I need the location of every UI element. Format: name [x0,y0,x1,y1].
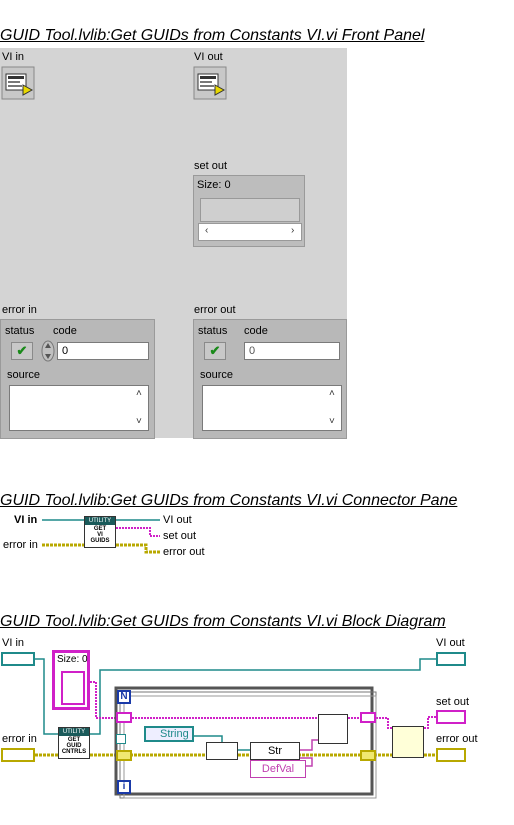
bd-search-node[interactable] [206,742,238,760]
vi-in-label: VI in [2,51,25,63]
bd-subvi-banner: UTILITY [59,728,89,736]
error-in-code-spinner[interactable] [41,340,55,362]
bd-string-constant-label: String [160,728,189,740]
bd-default-value-node[interactable]: DefVal [250,760,306,778]
error-out-code-field: 0 [244,342,340,360]
scroll-down-icon[interactable]: ˅ [136,416,142,427]
scroll-up-icon[interactable]: ˄ [136,388,142,399]
connector-pane-heading: GUID Tool.lvlib:Get GUIDs from Constants… [0,492,458,509]
scroll-up-icon[interactable]: ˄ [329,388,335,399]
front-panel: VI in VI out set out Size: 0 ‹ › error i… [0,48,347,439]
bd-to-str-label: Str [267,745,283,757]
error-out-status-label: status [198,325,228,337]
error-in-source-label: source [7,369,41,381]
bd-error-in-terminal[interactable] [1,748,35,762]
cp-subvi-icon[interactable]: UTILITY GET VI GUIDS [84,516,116,548]
vi-out-indicator-icon [193,66,227,100]
bd-vi-out-terminal[interactable] [436,652,466,666]
error-out-status-led: ✔ [204,342,226,360]
bd-close-reference-node[interactable] [392,726,424,758]
set-out-label: set out [194,160,228,172]
error-out-label: error out [194,304,236,316]
error-out-cluster: status code ✔ 0 source ˄ ˅ [193,319,347,439]
error-out-source-label: source [200,369,234,381]
scroll-down-icon[interactable]: ˅ [329,416,335,427]
vi-in-control-icon[interactable] [1,66,35,100]
bd-loop-index: i [117,780,131,794]
error-in-code-label: code [53,325,77,337]
vi-out-label: VI out [194,51,223,63]
error-out-source-field: ˄ ˅ [202,385,342,431]
bd-error-shift-register-left[interactable] [116,750,132,761]
bd-set-shift-register-right[interactable] [360,712,376,723]
front-panel-heading: GUID Tool.lvlib:Get GUIDs from Constants… [0,27,425,44]
error-in-status-checkbox[interactable]: ✔ [11,342,33,360]
connector-pane-wires [42,519,160,554]
set-out-scrollbar[interactable]: ‹ › [198,223,302,241]
bd-refnum-tunnel[interactable] [116,734,126,744]
bd-insert-into-set-node[interactable] [318,714,348,744]
cp-icon-banner: UTILITY [85,517,115,525]
scroll-right-icon[interactable]: › [291,225,294,236]
bd-set-element [61,671,85,705]
bd-variant-to-string-node[interactable]: Str [250,742,300,760]
error-in-code-field[interactable]: 0 [57,342,149,360]
error-in-cluster: status code ✔ 0 source ˄ ˅ [0,319,155,439]
bd-string-constant[interactable]: String [144,726,194,742]
bd-error-out-terminal[interactable] [436,748,466,762]
bd-loop-count[interactable]: N [117,690,131,704]
set-out-element [200,198,300,222]
bd-set-constant[interactable]: Size: 0 [52,650,90,710]
bd-set-shift-register-left[interactable] [116,712,132,723]
error-in-label: error in [2,304,37,316]
error-out-code-label: code [244,325,268,337]
bd-defval-label: DefVal [261,763,295,775]
set-out-size: Size: 0 [197,179,231,191]
bd-vi-in-terminal[interactable] [1,652,35,666]
bd-set-size: Size: 0 [57,654,88,665]
bd-subvi-line-3: CNTRLS [61,749,87,755]
block-diagram-heading: GUID Tool.lvlib:Get GUIDs from Constants… [0,613,446,630]
bd-get-guid-subvi[interactable]: UTILITY GET GUID CNTRLS [58,727,90,759]
bd-error-shift-register-right[interactable] [360,750,376,761]
error-in-status-label: status [5,325,35,337]
scroll-left-icon[interactable]: ‹ [205,225,208,236]
error-in-source-field[interactable]: ˄ ˅ [9,385,149,431]
bd-set-out-terminal[interactable] [436,710,466,724]
set-out-indicator: Size: 0 ‹ › [193,175,305,247]
cp-icon-line-3: GUIDS [90,538,110,544]
